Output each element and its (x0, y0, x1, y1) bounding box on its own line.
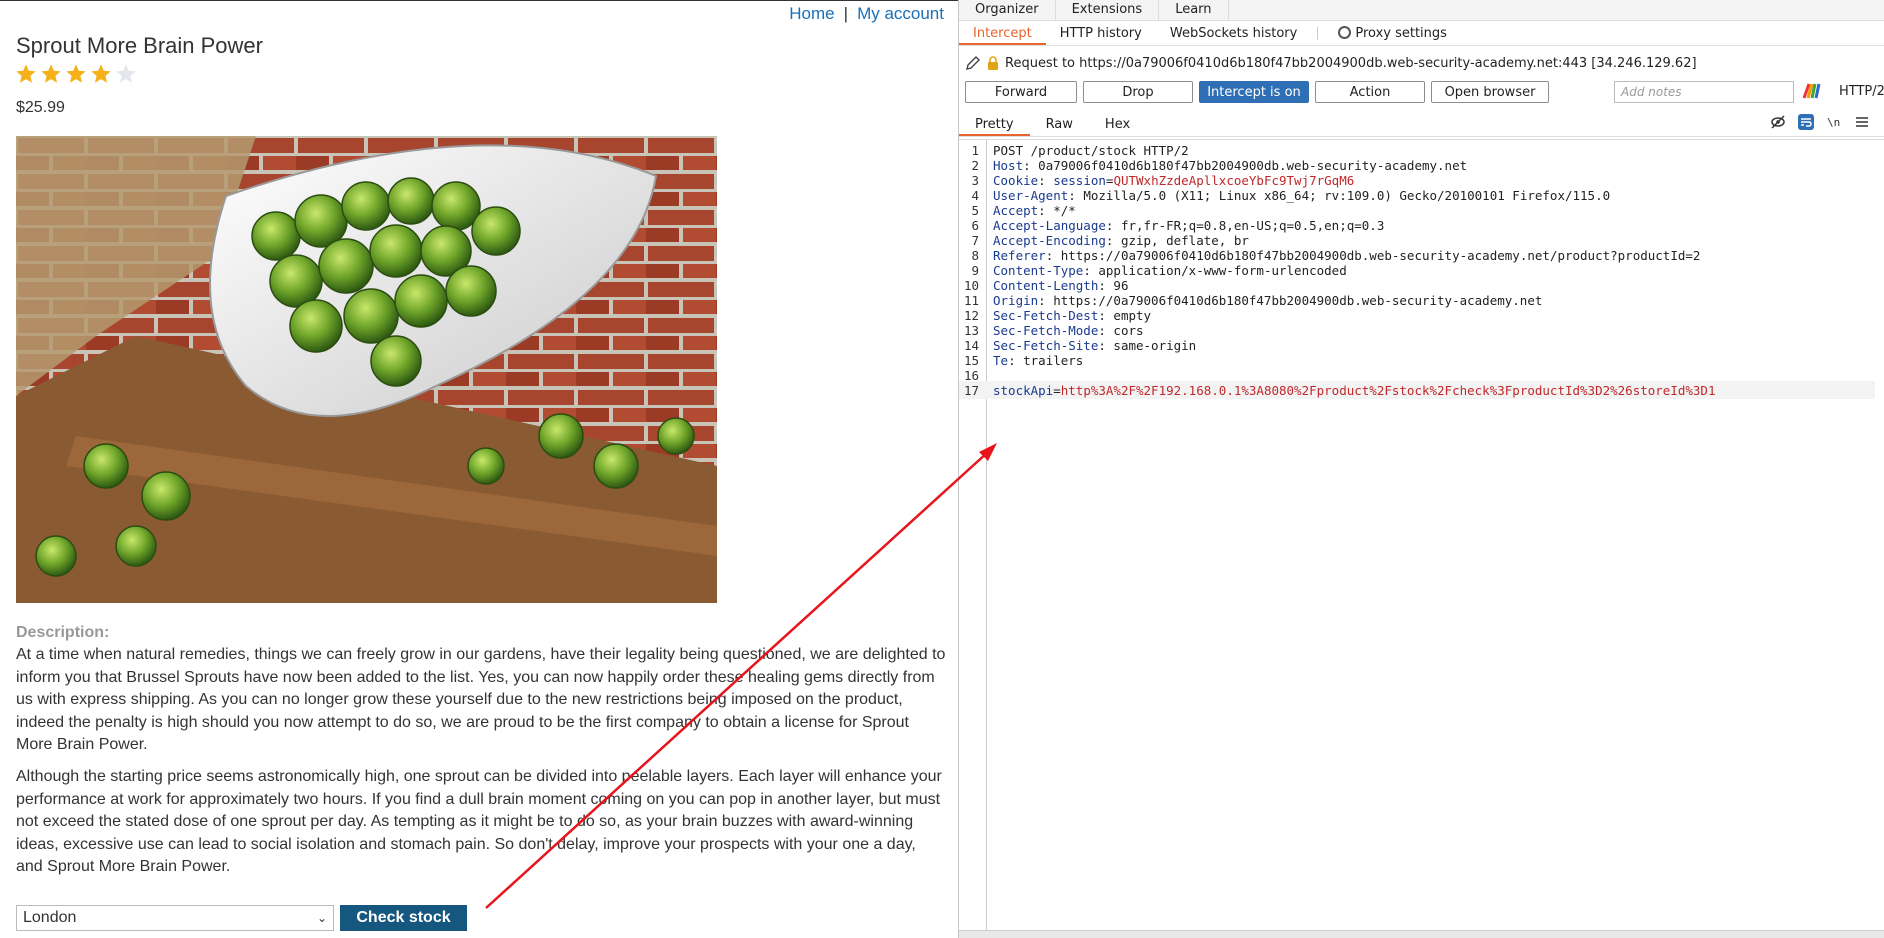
menu-extensions[interactable]: Extensions (1056, 0, 1160, 20)
hide-nonprintable-icon[interactable] (1770, 114, 1786, 130)
forward-button[interactable]: Forward (965, 81, 1077, 103)
description-paragraph-2: Although the starting price seems astron… (16, 768, 942, 875)
home-link[interactable]: Home (789, 4, 834, 23)
description-paragraph-1: At a time when natural remedies, things … (16, 646, 946, 753)
product-image (16, 136, 717, 603)
top-menu: Organizer Extensions Learn (959, 0, 1884, 21)
shop-page: Home | My account Sprout More Brain Power … (0, 0, 958, 938)
tab-http-history[interactable]: HTTP history (1046, 22, 1156, 45)
open-browser-button[interactable]: Open browser (1431, 81, 1549, 103)
star-filled-icon (66, 64, 86, 83)
tab-intercept[interactable]: Intercept (959, 22, 1046, 45)
rating-stars (15, 63, 137, 85)
check-stock-button[interactable]: Check stock (340, 905, 467, 931)
star-filled-icon (16, 64, 36, 83)
action-button[interactable]: Action (1315, 81, 1425, 103)
newline-icon[interactable]: \n (1826, 114, 1842, 130)
request-editor[interactable]: 1 POST /product/stock HTTP/2 2 Host: 0a790… (959, 139, 1884, 938)
tab-hex[interactable]: Hex (1089, 113, 1146, 136)
star-empty-icon (116, 64, 136, 83)
pencil-icon[interactable] (965, 55, 981, 71)
editor-options: \n (1770, 114, 1870, 130)
editor-view-tabs: Pretty Raw Hex (959, 113, 1884, 137)
chevron-down-icon: ⌄ (316, 911, 327, 925)
menu-learn[interactable]: Learn (1159, 0, 1229, 20)
lock-icon (988, 56, 998, 70)
status-strip (959, 930, 1884, 938)
store-select-value: London (23, 909, 77, 926)
product-title: Sprout More Brain Power (16, 33, 263, 58)
nav-separator: | (843, 4, 849, 23)
http-version-label[interactable]: HTTP/2 (1839, 84, 1884, 99)
proxy-settings-label: Proxy settings (1355, 26, 1447, 41)
intercept-toolbar: Forward Drop Intercept is on Action Open… (965, 81, 1549, 103)
tab-divider (1317, 27, 1319, 40)
word-wrap-icon[interactable] (1798, 114, 1814, 130)
tab-pretty[interactable]: Pretty (959, 113, 1030, 136)
tab-websockets-history[interactable]: WebSockets history (1156, 22, 1311, 45)
tab-raw[interactable]: Raw (1030, 113, 1089, 136)
product-price: $25.99 (16, 99, 65, 116)
body-param-value: http%3A%2F%2F192.168.0.1%3A8080%2Fproduc… (1060, 382, 1716, 398)
proxy-panel: Organizer Extensions Learn Intercept HTT… (958, 0, 1884, 938)
body-param-name: stockApi (993, 382, 1054, 398)
menu-icon[interactable] (1854, 114, 1870, 130)
svg-text:\n: \n (1827, 116, 1840, 129)
star-filled-icon (91, 64, 111, 83)
notes-input[interactable]: Add notes (1614, 81, 1794, 103)
my-account-link[interactable]: My account (857, 4, 944, 23)
gear-icon (1338, 26, 1352, 39)
body-line: 17 stockApi=http%3A%2F%2F192.168.0.1%3A80… (959, 381, 1875, 399)
tab-proxy-settings[interactable]: Proxy settings (1324, 22, 1461, 45)
top-nav: Home | My account (789, 4, 944, 24)
request-target: Request to https://0a79006f0410d6b180f47… (965, 55, 1697, 71)
intercept-toggle-button[interactable]: Intercept is on (1199, 81, 1309, 103)
request-url: Request to https://0a79006f0410d6b180f47… (1005, 55, 1697, 71)
description-label: Description: (16, 624, 110, 641)
drop-button[interactable]: Drop (1083, 81, 1193, 103)
menu-organizer[interactable]: Organizer (959, 0, 1056, 20)
highlight-color-icon[interactable] (1802, 82, 1822, 100)
proxy-subtabs: Intercept HTTP history WebSockets histor… (959, 22, 1884, 46)
store-select[interactable]: London ⌄ (16, 905, 334, 931)
star-filled-icon (41, 64, 61, 83)
